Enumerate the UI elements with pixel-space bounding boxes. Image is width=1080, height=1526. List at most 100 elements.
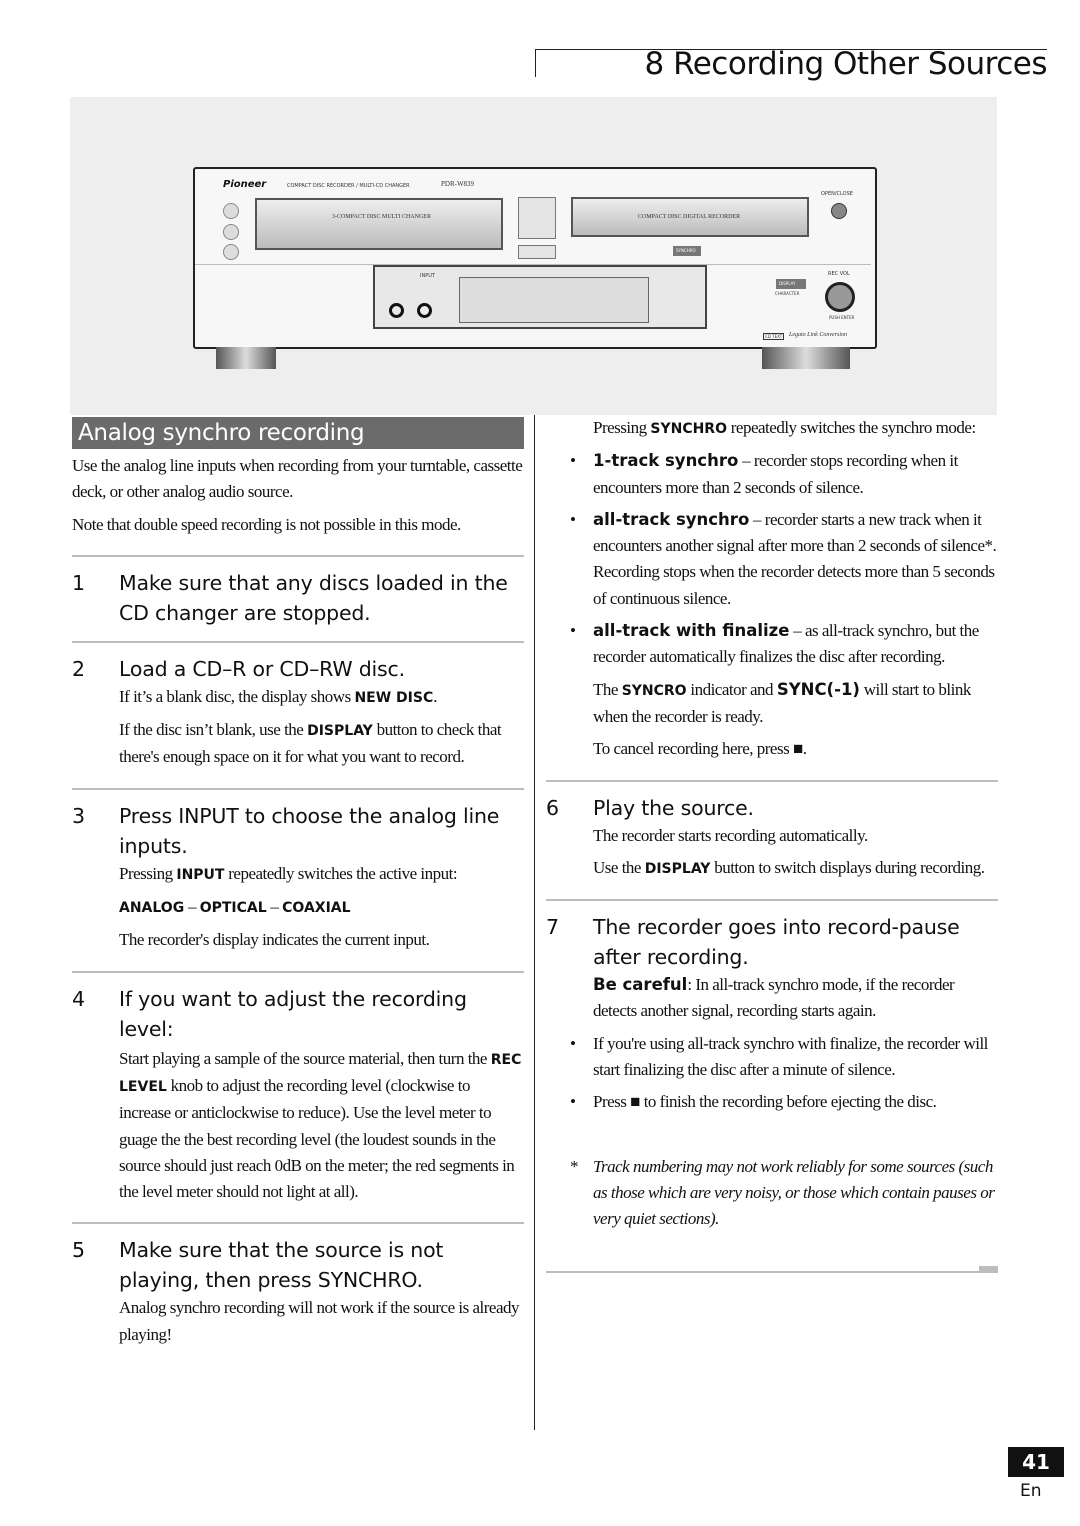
cancel-text: To cancel recording here, press ■. [546, 736, 998, 762]
legato-link-label: Legato Link Conversion [789, 332, 847, 338]
chapter-title: 8 Recording Other Sources [644, 46, 1048, 82]
input-analog: ANALOG [119, 900, 185, 917]
stop-icon: ■ [630, 1092, 640, 1112]
step-title: Press INPUT to choose the analog line in… [119, 803, 500, 858]
step-6-text-1: The recorder starts recording automatica… [593, 825, 868, 845]
text: . [802, 739, 807, 759]
disc-button-1 [223, 203, 239, 219]
text: button to switch displays during recordi… [710, 857, 985, 877]
model-name: PDR-W839 [441, 180, 475, 188]
footnote: * Track numbering may not work reliably … [546, 1154, 998, 1233]
separator: – [266, 897, 283, 917]
divider [546, 1270, 998, 1273]
button [518, 245, 556, 259]
step-number: 6 [546, 795, 559, 820]
page-number: 41 [1008, 1447, 1064, 1477]
end-rule [546, 1263, 998, 1273]
button-name: INPUT [176, 866, 225, 883]
mode-name: all-track with finalize [593, 621, 790, 641]
step-number: 2 [72, 656, 85, 681]
right-column: Pressing SYNCHRO repeatedly switches the… [546, 415, 998, 1273]
push-enter-label: PUSH ENTER [829, 315, 855, 320]
rec-vol-label: REC VOL [828, 271, 850, 277]
optical-jack-icon [417, 303, 432, 318]
divider [72, 970, 524, 973]
text: Use the [593, 857, 645, 877]
text: knob to adjust the recording level (cloc… [119, 1075, 515, 1202]
indicator-text: The SYNCRO indicator and SYNC(-1) will s… [546, 677, 998, 731]
mode-name: all-track synchro [593, 509, 750, 529]
list-item: all-track synchro – recorder starts a ne… [546, 507, 998, 612]
text: Pressing [119, 863, 177, 883]
step-title: The recorder goes into record-pause afte… [593, 915, 960, 970]
fl-display [459, 277, 649, 323]
separator: – [184, 897, 200, 917]
synchro-mode-list: 1-track synchro – recorder stops recordi… [546, 448, 998, 670]
input-sequence: ANALOG – OPTICAL – COAXIAL [72, 894, 524, 921]
text: If the disc isn’t blank, use the [119, 720, 308, 740]
text: repeatedly switches the active input: [224, 863, 458, 883]
display-message: NEW DISC [354, 689, 434, 706]
cd-text-logo: CD TEXT [763, 333, 785, 340]
disc-button-2 [223, 224, 239, 240]
footnote-text: Track numbering may not work reliably fo… [593, 1156, 995, 1229]
synchro-label: SYNCHRO [676, 248, 696, 253]
rec-vol-knob [825, 282, 855, 312]
step-number: 4 [72, 986, 85, 1011]
device-foot-left [216, 347, 276, 369]
text: repeatedly switches the synchro mode: [727, 418, 976, 437]
text: Pressing [593, 418, 651, 437]
text: Press [593, 1092, 631, 1112]
eject-icon [831, 203, 847, 219]
recorder-tray: COMPACT DISC DIGITAL RECORDER [571, 197, 809, 237]
language-label: En [1020, 1481, 1042, 1501]
step-7-list: If you're using all-track synchro with f… [546, 1031, 998, 1116]
brand-logo: Pioneer [223, 179, 267, 190]
left-column: Analog synchro recording Use the analog … [72, 417, 524, 1348]
changer-tray: 3-COMPACT DISC MULTI CHANGER [255, 198, 503, 250]
disc-button-3 [223, 244, 239, 260]
text: to finish the recording before ejecting … [639, 1092, 937, 1112]
button-name: DISPLAY [644, 860, 711, 877]
list-item: If you're using all-track synchro with f… [546, 1031, 998, 1084]
divider [72, 1222, 524, 1225]
device-foot-right [762, 347, 850, 369]
text: If it’s a blank disc, the display shows [119, 686, 355, 706]
synchro-intro: Pressing SYNCHRO repeatedly switches the… [546, 415, 998, 442]
step-title: Make sure that the source is not playing… [119, 1238, 444, 1293]
step-title: Play the source. [593, 795, 754, 820]
note-paragraph: Note that double speed recording is not … [72, 514, 461, 534]
changer-label: 3-COMPACT DISC MULTI CHANGER [332, 214, 431, 220]
recorder-label: COMPACT DISC DIGITAL RECORDER [638, 214, 741, 220]
list-item: Press ■ to finish the recording before e… [546, 1089, 998, 1116]
display-button: DISPLAY [776, 279, 806, 289]
text: The [593, 679, 622, 699]
step-3-text-2: The recorder's display indicates the cur… [119, 930, 430, 950]
step-6-heading: 6 Play the source. [546, 793, 998, 823]
step-title: Make sure that any discs loaded in the C… [119, 570, 508, 625]
step-7-text: Be careful: In all-track synchro mode, i… [546, 972, 998, 1025]
intro-paragraph: Use the analog line inputs when recordin… [72, 456, 523, 502]
open-close-label: OPEN/CLOSE [821, 191, 853, 197]
step-5-heading: 5 Make sure that the source is not playin… [72, 1235, 524, 1295]
display-label: DISPLAY [779, 281, 796, 286]
divider [72, 554, 524, 557]
button-name: SYNCHRO [650, 421, 727, 437]
caution-label: Be careful [593, 975, 688, 995]
step-3-heading: 3 Press INPUT to choose the analog line i… [72, 801, 524, 861]
step-5-text: Analog synchro recording will not work i… [119, 1298, 520, 1344]
mode-name: 1-track synchro [593, 451, 739, 471]
step-number: 3 [72, 803, 85, 828]
text: Start playing a sample of the source mat… [119, 1048, 491, 1068]
input-coaxial: COAXIAL [282, 900, 351, 917]
divider [72, 787, 524, 790]
footnote-mark: * [570, 1156, 579, 1176]
step-3-text-1: Pressing INPUT repeatedly switches the a… [72, 861, 524, 888]
header-rule-tick [535, 49, 536, 77]
text: To cancel recording here, press [593, 739, 793, 759]
divider [546, 899, 998, 902]
stop-icon: ■ [792, 739, 803, 759]
list-item: all-track with finalize – as all-track s… [546, 618, 998, 671]
step-title: Load a CD–R or CD–RW disc. [119, 656, 405, 681]
indicator-name: SYNC(-1) [776, 679, 860, 699]
